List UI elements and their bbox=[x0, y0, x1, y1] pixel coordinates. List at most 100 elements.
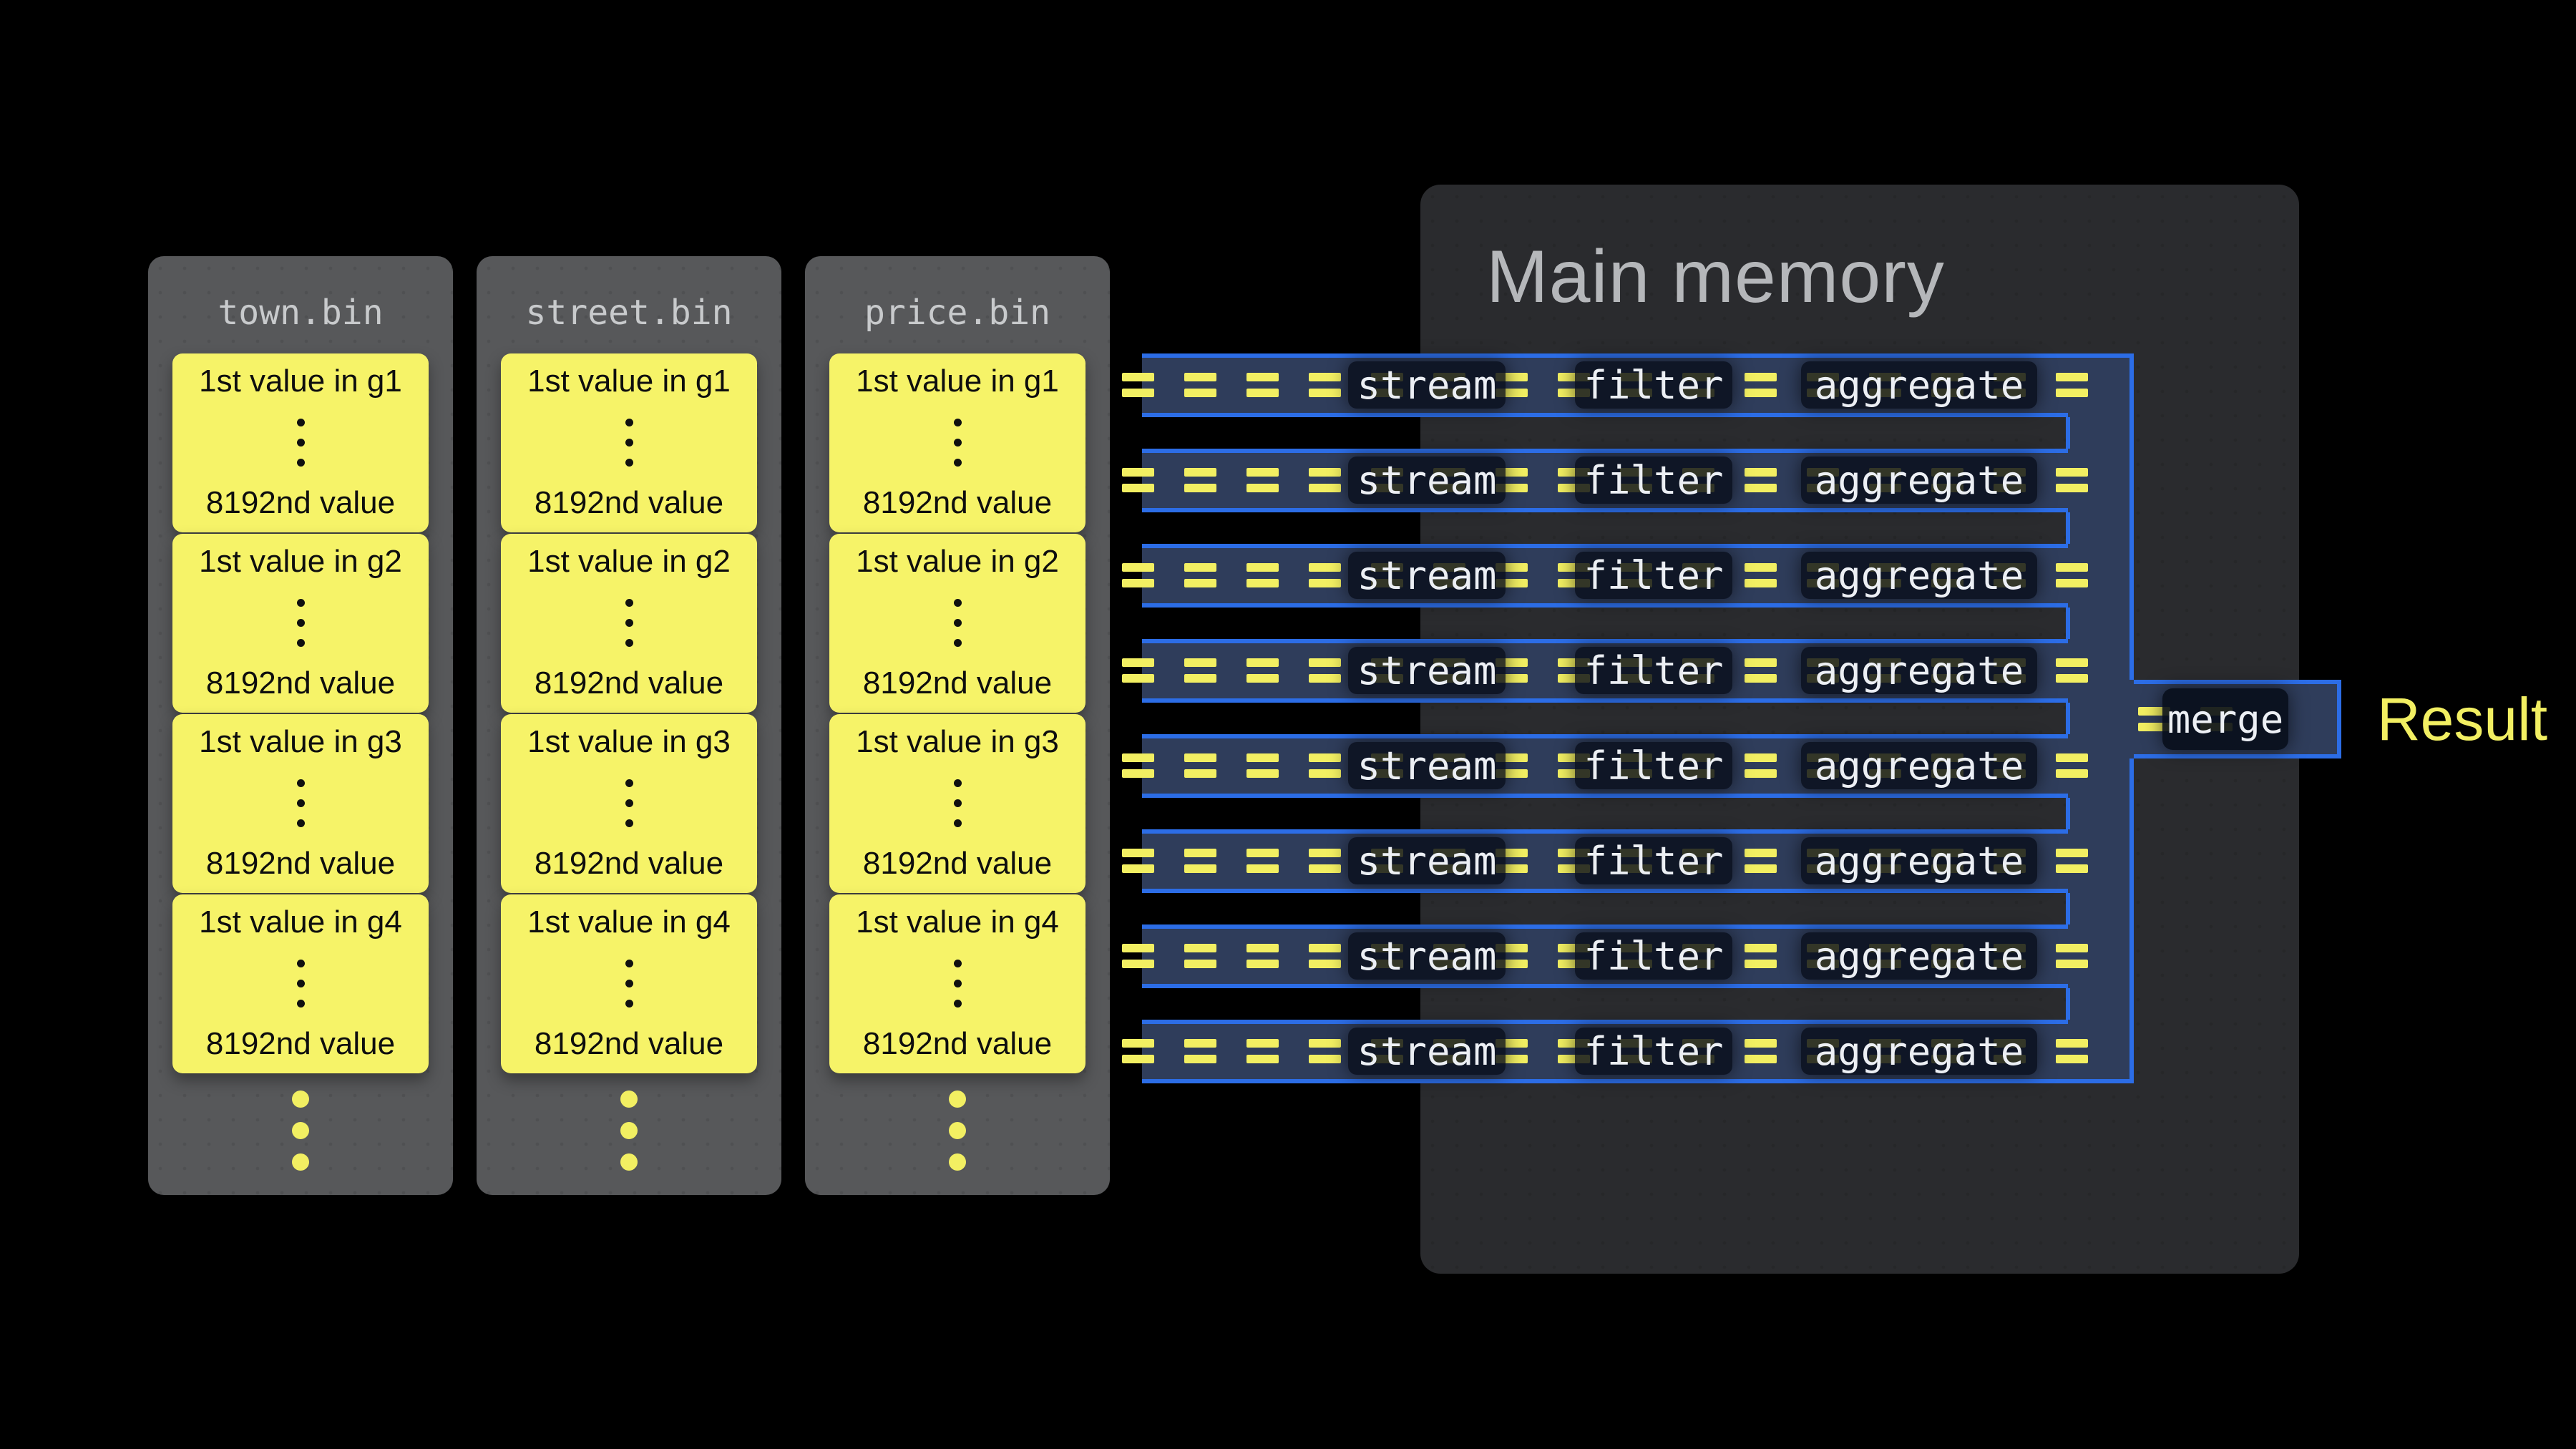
flow-dash-icon bbox=[1122, 484, 1154, 492]
stage-box-aggregate: aggregate bbox=[1801, 742, 2037, 789]
flow-dash-icon bbox=[1246, 753, 1279, 762]
pipeline-row: streamfilteraggregate bbox=[1142, 1020, 2068, 1083]
vertical-ellipsis-icon bbox=[297, 960, 305, 1008]
flow-dash-icon bbox=[1309, 944, 1341, 952]
vertical-ellipsis-icon bbox=[954, 960, 962, 1008]
group-last-value-label: 8192nd value bbox=[863, 665, 1052, 701]
ellipsis-dot-icon bbox=[954, 599, 962, 607]
flow-dash-icon bbox=[1745, 1055, 1777, 1063]
stage-box-filter: filter bbox=[1575, 457, 1732, 504]
ellipsis-dot-icon bbox=[625, 439, 633, 447]
ellipsis-dot-icon bbox=[954, 960, 962, 967]
ellipsis-dot-icon bbox=[625, 619, 633, 627]
stage-box-stream: stream bbox=[1348, 742, 1506, 789]
vertical-ellipsis-icon bbox=[297, 599, 305, 647]
equals-flow-icon bbox=[1246, 658, 1279, 683]
stage-box-stream: stream bbox=[1348, 932, 1506, 980]
flow-dash-icon bbox=[2056, 389, 2088, 397]
ellipsis-dot-icon bbox=[297, 419, 305, 426]
flow-dash-icon bbox=[1184, 864, 1216, 873]
flow-dash-icon bbox=[2056, 468, 2088, 477]
flow-dash-icon bbox=[1309, 373, 1341, 381]
flow-dash-icon bbox=[1184, 1055, 1216, 1063]
file-column-town: town.bin 1st value in g1 8192nd value 1s… bbox=[148, 256, 453, 1195]
group-last-value-label: 8192nd value bbox=[535, 665, 723, 701]
equals-flow-icon bbox=[1122, 753, 1154, 778]
flow-dash-icon bbox=[1246, 658, 1279, 667]
group-last-value-label: 8192nd value bbox=[535, 1026, 723, 1062]
value-group-cell: 1st value in g2 8192nd value bbox=[172, 534, 429, 713]
ellipsis-dot-icon bbox=[954, 439, 962, 447]
ellipsis-dot-icon bbox=[297, 1000, 305, 1008]
stage-box-stream: stream bbox=[1348, 552, 1506, 599]
file-column-street: street.bin 1st value in g1 8192nd value … bbox=[477, 256, 781, 1195]
ellipsis-dot-icon bbox=[620, 1122, 638, 1139]
equals-flow-icon bbox=[2056, 373, 2088, 397]
ellipsis-dot-icon bbox=[954, 619, 962, 627]
equals-flow-icon bbox=[1745, 563, 1777, 587]
group-first-value-label: 1st value in g3 bbox=[527, 724, 731, 760]
equals-flow-icon bbox=[1745, 753, 1777, 778]
ellipsis-dot-icon bbox=[949, 1122, 966, 1139]
ellipsis-dot-icon bbox=[954, 459, 962, 467]
stage-box-filter: filter bbox=[1575, 1028, 1732, 1075]
value-group-cell: 1st value in g1 8192nd value bbox=[829, 353, 1085, 532]
flow-dash-icon bbox=[1745, 769, 1777, 778]
flow-dash-icon bbox=[1309, 1039, 1341, 1048]
value-group-cell: 1st value in g1 8192nd value bbox=[172, 353, 429, 532]
vertical-ellipsis-icon bbox=[954, 419, 962, 467]
vertical-ellipsis-icon bbox=[625, 960, 633, 1008]
flow-dash-icon bbox=[1246, 944, 1279, 952]
equals-flow-icon bbox=[1309, 468, 1341, 492]
ellipsis-dot-icon bbox=[954, 639, 962, 647]
channel-gap-border bbox=[2066, 608, 2070, 639]
ellipsis-dot-icon bbox=[625, 799, 633, 807]
merge-stage-box: merge bbox=[2162, 688, 2288, 750]
equals-flow-icon bbox=[1184, 563, 1216, 587]
flow-dash-icon bbox=[2056, 1055, 2088, 1063]
value-group-cell: 1st value in g4 8192nd value bbox=[172, 894, 429, 1073]
pipeline-row: streamfilteraggregate bbox=[1142, 353, 2068, 417]
file-name-label: price.bin bbox=[805, 273, 1110, 352]
ellipsis-dot-icon bbox=[297, 779, 305, 787]
flow-dash-icon bbox=[1184, 658, 1216, 667]
flow-dash-icon bbox=[1184, 579, 1216, 587]
ellipsis-dot-icon bbox=[297, 960, 305, 967]
equals-flow-icon bbox=[1246, 373, 1279, 397]
flow-dash-icon bbox=[1184, 944, 1216, 952]
ellipsis-dot-icon bbox=[954, 1000, 962, 1008]
equals-flow-icon bbox=[1246, 468, 1279, 492]
equals-flow-icon bbox=[1122, 658, 1154, 683]
equals-flow-icon bbox=[1309, 944, 1341, 968]
equals-flow-icon bbox=[1184, 1039, 1216, 1063]
flow-dash-icon bbox=[1184, 960, 1216, 968]
main-memory-title: Main memory bbox=[1486, 235, 1945, 320]
flow-dash-icon bbox=[2056, 373, 2088, 381]
group-first-value-label: 1st value in g1 bbox=[199, 364, 402, 399]
flow-dash-icon bbox=[1309, 563, 1341, 572]
group-last-value-label: 8192nd value bbox=[206, 846, 395, 882]
flow-dash-icon bbox=[1745, 674, 1777, 683]
flow-dash-icon bbox=[1184, 674, 1216, 683]
flow-dash-icon bbox=[1184, 373, 1216, 381]
equals-flow-icon bbox=[1122, 373, 1154, 397]
flow-dash-icon bbox=[2056, 753, 2088, 762]
flow-dash-icon bbox=[1246, 864, 1279, 873]
group-first-value-label: 1st value in g3 bbox=[856, 724, 1059, 760]
flow-dash-icon bbox=[1745, 944, 1777, 952]
group-last-value-label: 8192nd value bbox=[535, 485, 723, 521]
channel-gap-border bbox=[2066, 703, 2070, 734]
flow-dash-icon bbox=[1309, 484, 1341, 492]
ellipsis-dot-icon bbox=[954, 419, 962, 426]
flow-dash-icon bbox=[1122, 849, 1154, 857]
flow-dash-icon bbox=[1122, 944, 1154, 952]
flow-dash-icon bbox=[1745, 753, 1777, 762]
group-last-value-label: 8192nd value bbox=[206, 665, 395, 701]
equals-flow-icon bbox=[1122, 563, 1154, 587]
equals-flow-icon bbox=[2056, 1039, 2088, 1063]
flow-dash-icon bbox=[1122, 658, 1154, 667]
stage-box-filter: filter bbox=[1575, 742, 1732, 789]
ellipsis-dot-icon bbox=[620, 1153, 638, 1171]
diagram-canvas: { "files": [ {"name": "town.bin", "group… bbox=[0, 0, 2576, 1449]
ellipsis-dot-icon bbox=[954, 819, 962, 827]
